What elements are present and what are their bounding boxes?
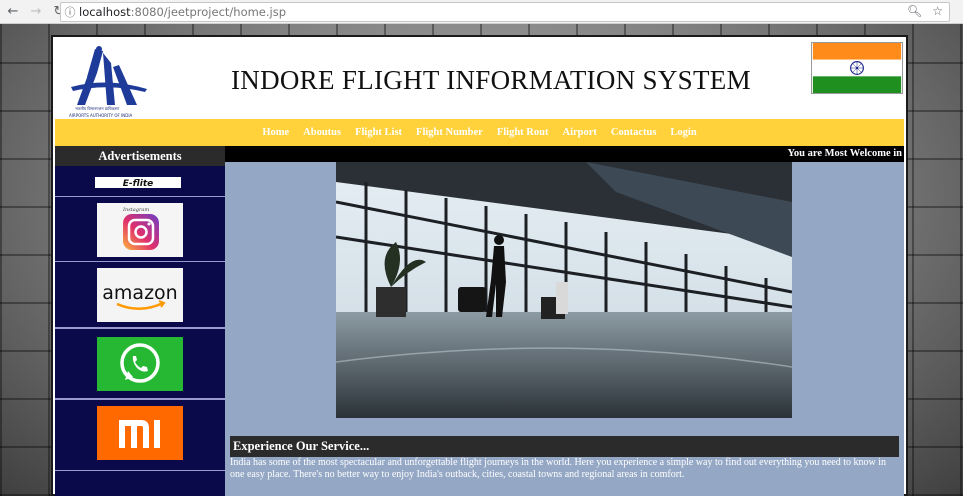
ad-mi[interactable]: mi	[55, 399, 225, 471]
nav-home[interactable]: Home	[262, 127, 289, 138]
nav-login[interactable]: Login	[670, 127, 696, 138]
forward-button[interactable]: →	[26, 2, 46, 22]
page-frame: भारतीय विमानपत्तन प्राधिकरण AIRPORTS AUT…	[51, 35, 908, 496]
info-icon[interactable]: ⓘ	[61, 4, 79, 20]
url-path: :8080/jeetproject/home.jsp	[130, 5, 287, 19]
amazon-logo: amazon	[97, 268, 183, 322]
eflite-logo: E-flite	[95, 177, 181, 188]
nav-contactus[interactable]: Contactus	[611, 127, 657, 138]
main-nav: Home Aboutus Flight List Flight Number F…	[55, 119, 904, 146]
main-content: You are Most Welcome in Experience Our S…	[225, 146, 904, 496]
ad-amazon[interactable]: amazon	[55, 262, 225, 328]
star-icon[interactable]: ☆	[932, 4, 943, 18]
instagram-label: Instagram	[122, 207, 149, 213]
airport-hero-image	[336, 162, 792, 418]
arrow-left-icon: ←	[7, 4, 19, 19]
nav-flight-number[interactable]: Flight Number	[416, 127, 483, 138]
ad-sidebar-title: Advertisements	[55, 146, 225, 166]
ad-instagram[interactable]: Instagram	[55, 197, 225, 262]
site-title: INDORE FLIGHT INFORMATION SYSTEM	[231, 65, 751, 95]
amazon-label: amazon	[102, 282, 177, 304]
mi-logo: mi	[97, 406, 183, 460]
ad-sidebar: Advertisements E-flite Instagram amazon …	[55, 146, 225, 496]
arrow-right-icon: →	[30, 4, 42, 19]
eflite-label: E-flite	[123, 179, 153, 188]
india-flag	[811, 42, 903, 94]
instagram-logo: Instagram	[97, 203, 183, 257]
nav-airport[interactable]: Airport	[562, 127, 596, 138]
site-header: भारतीय विमानपत्तन प्राधिकरण AIRPORTS AUT…	[55, 39, 904, 121]
nav-flight-list[interactable]: Flight List	[355, 127, 402, 138]
ad-eflite[interactable]: E-flite	[55, 166, 225, 197]
nav-aboutus[interactable]: Aboutus	[303, 127, 341, 138]
browser-toolbar: ← → ↻ ⓘ localhost:8080/jeetproject/home.…	[0, 0, 963, 24]
svg-text:भारतीय विमानपत्तन प्राधिकरण: भारतीय विमानपत्तन प्राधिकरण	[75, 106, 119, 111]
address-bar[interactable]: ⓘ localhost:8080/jeetproject/home.jsp 🔍︎…	[60, 2, 950, 22]
section-text: India has some of the most spectacular a…	[230, 457, 887, 480]
magnifier-icon[interactable]: 🔍︎	[907, 4, 922, 18]
section-title: Experience Our Service...	[230, 436, 899, 457]
aai-logo: भारतीय विमानपत्तन प्राधिकरण	[71, 46, 147, 111]
back-button[interactable]: ←	[3, 2, 23, 22]
welcome-marquee: You are Most Welcome in	[225, 146, 904, 162]
whatsapp-logo	[97, 337, 183, 391]
logo-caption: AIRPORTS AUTHORITY OF INDIA	[69, 113, 133, 118]
url-host: localhost	[79, 5, 131, 19]
nav-flight-rout[interactable]: Flight Rout	[497, 127, 549, 138]
ad-whatsapp[interactable]	[55, 328, 225, 399]
